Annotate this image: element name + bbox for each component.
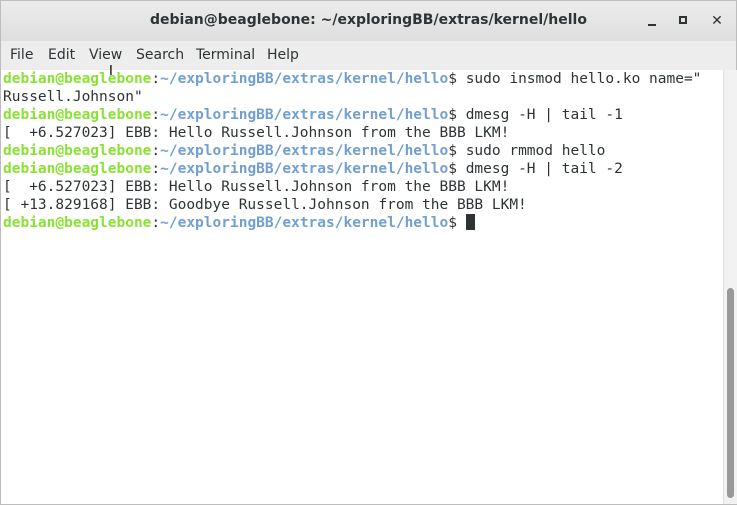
output-text: [ +6.527023] EBB: Hello Russell.Johnson … [3, 179, 510, 195]
prompt-separator: : [151, 161, 161, 177]
command-text: sudo insmod hello.ko name=" [465, 71, 702, 87]
prompt-line: debian@beaglebone:~/exploringBB/extras/k… [3, 142, 723, 160]
vertical-scrollbar[interactable] [723, 70, 737, 504]
menu-search[interactable]: Search [136, 47, 184, 63]
menu-file[interactable]: File [10, 47, 33, 63]
prompt-separator: : [151, 107, 161, 123]
output-line: [ +6.527023] EBB: Hello Russell.Johnson … [3, 124, 723, 142]
prompt-line: debian@beaglebone:~/exploringBB/extras/k… [3, 160, 723, 178]
terminal-window: debian@beaglebone: ~/exploringBB/extras/… [0, 0, 737, 505]
command-text: dmesg -H | tail -2 [465, 161, 623, 177]
prompt-dollar: $ [448, 143, 466, 159]
text-cursor-icon: I [109, 64, 113, 79]
prompt-user: debian@beaglebone [3, 143, 152, 159]
command-text: dmesg -H | tail -1 [465, 107, 623, 123]
command-text: sudo rmmod hello [465, 143, 606, 159]
prompt-path: ~/exploringBB/extras/kernel/hello [160, 215, 449, 231]
prompt-separator: : [151, 215, 161, 231]
prompt-separator: : [151, 143, 161, 159]
prompt-user: debian@beaglebone [3, 71, 152, 87]
prompt-line: debian@beaglebone:~/exploringBB/extras/k… [3, 214, 723, 232]
scrollbar-thumb[interactable] [727, 288, 734, 498]
prompt-dollar: $ [448, 161, 466, 177]
prompt-dollar: $ [448, 215, 466, 231]
prompt-user: debian@beaglebone [3, 161, 152, 177]
output-line: [ +6.527023] EBB: Hello Russell.Johnson … [3, 178, 723, 196]
prompt-path: ~/exploringBB/extras/kernel/hello [160, 71, 449, 87]
window-title: debian@beaglebone: ~/exploringBB/extras/… [150, 12, 587, 28]
output-text: Russell.Johnson" [3, 89, 143, 105]
output-text: [ +13.829168] EBB: Goodbye Russell.Johns… [3, 197, 527, 213]
title-bar[interactable]: debian@beaglebone: ~/exploringBB/extras/… [1, 1, 736, 42]
output-line: Russell.Johnson" [3, 88, 723, 106]
prompt-dollar: $ [448, 71, 466, 87]
terminal-cursor [465, 214, 475, 230]
prompt-user: debian@beaglebone [3, 107, 152, 123]
prompt-dollar: $ [448, 107, 466, 123]
close-icon: ✕ [711, 13, 723, 29]
prompt-path: ~/exploringBB/extras/kernel/hello [160, 143, 449, 159]
prompt-path: ~/exploringBB/extras/kernel/hello [160, 161, 449, 177]
minimize-icon [648, 24, 656, 26]
menu-terminal[interactable]: Terminal [196, 47, 255, 63]
prompt-user: debian@beaglebone [3, 215, 152, 231]
menu-view[interactable]: View [89, 47, 122, 63]
maximize-button[interactable] [672, 9, 696, 33]
maximize-icon [679, 16, 687, 24]
output-line: [ +13.829168] EBB: Goodbye Russell.Johns… [3, 196, 723, 214]
prompt-path: ~/exploringBB/extras/kernel/hello [160, 107, 449, 123]
prompt-separator: : [151, 71, 161, 87]
menu-help[interactable]: Help [267, 47, 299, 63]
minimize-button[interactable] [640, 9, 664, 33]
menu-edit[interactable]: Edit [48, 47, 75, 63]
close-button[interactable]: ✕ [705, 9, 729, 33]
terminal-output[interactable]: debian@beaglebone:~/exploringBB/extras/k… [1, 70, 723, 504]
output-text: [ +6.527023] EBB: Hello Russell.Johnson … [3, 125, 510, 141]
prompt-line: debian@beaglebone:~/exploringBB/extras/k… [3, 106, 723, 124]
